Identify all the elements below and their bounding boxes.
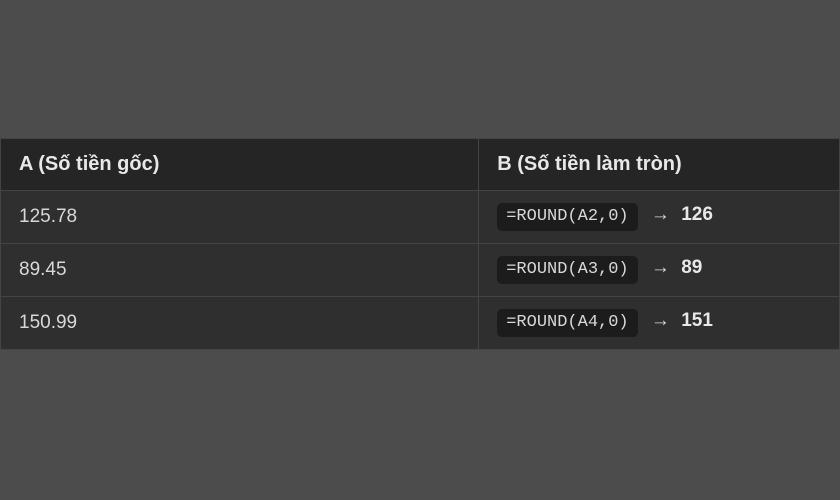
- cell-b: =ROUND(A4,0) → 151: [479, 297, 840, 350]
- formula-code: =ROUND(A4,0): [497, 309, 637, 337]
- arrow-icon: →: [643, 310, 676, 331]
- table-header-row: A (Số tiền gốc) B (Số tiền làm tròn): [1, 139, 840, 191]
- result-value: 126: [681, 204, 713, 225]
- table-row: 150.99 =ROUND(A4,0) → 151: [1, 297, 840, 350]
- cell-a: 89.45: [1, 244, 479, 297]
- cell-a: 125.78: [1, 191, 479, 244]
- result-value: 89: [681, 257, 702, 278]
- table-row: 89.45 =ROUND(A3,0) → 89: [1, 244, 840, 297]
- round-example-table: A (Số tiền gốc) B (Số tiền làm tròn) 125…: [0, 138, 840, 350]
- header-a: A (Số tiền gốc): [1, 139, 479, 191]
- cell-a: 150.99: [1, 297, 479, 350]
- formula-code: =ROUND(A3,0): [497, 256, 637, 284]
- arrow-icon: →: [643, 204, 676, 225]
- table: A (Số tiền gốc) B (Số tiền làm tròn) 125…: [0, 138, 840, 350]
- arrow-icon: →: [643, 257, 676, 278]
- cell-b: =ROUND(A2,0) → 126: [479, 191, 840, 244]
- header-b: B (Số tiền làm tròn): [479, 139, 840, 191]
- formula-code: =ROUND(A2,0): [497, 203, 637, 231]
- cell-b: =ROUND(A3,0) → 89: [479, 244, 840, 297]
- table-row: 125.78 =ROUND(A2,0) → 126: [1, 191, 840, 244]
- result-value: 151: [681, 310, 713, 331]
